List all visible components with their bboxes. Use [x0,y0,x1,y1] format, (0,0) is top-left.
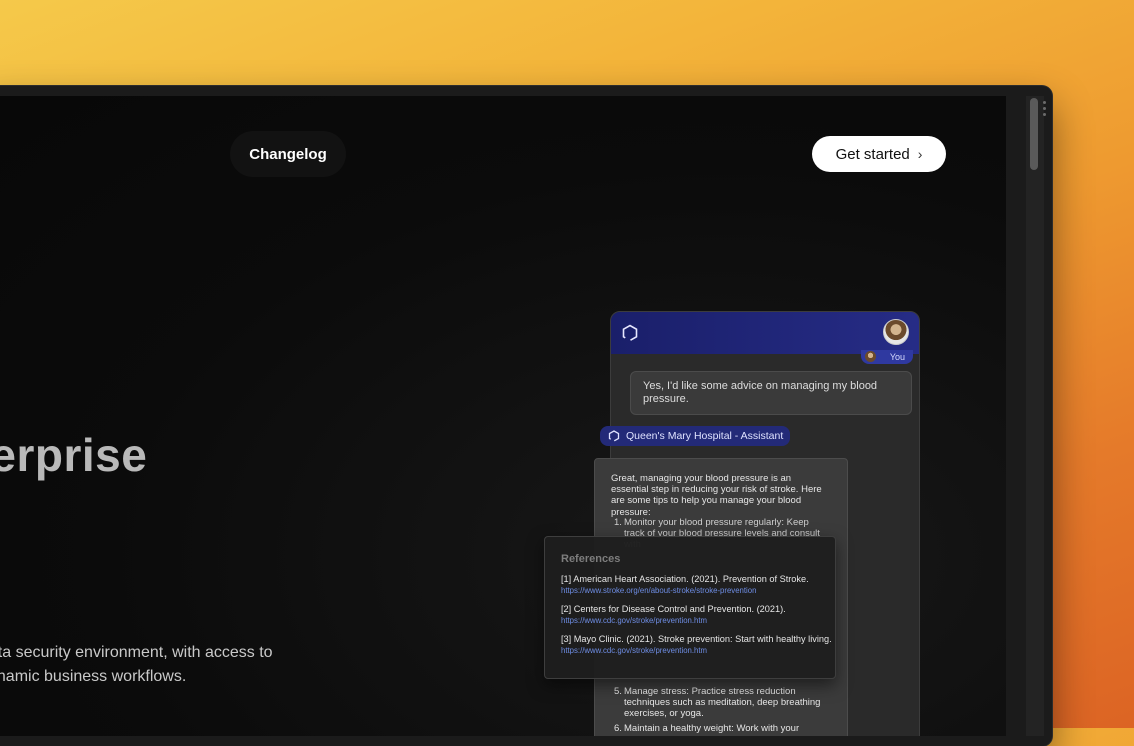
reference-citation: [1] American Heart Association. (2021). … [561,574,809,584]
user-avatar[interactable] [883,319,909,345]
scrollbar-thumb[interactable] [1030,98,1038,170]
app-logo-icon [608,430,620,442]
reference-item: [1] American Heart Association. (2021). … [561,574,833,595]
list-item-text: Manage stress: Practice stress reduction… [624,686,821,720]
reference-citation: [3] Mayo Clinic. (2021). Stroke preventi… [561,634,832,644]
hero-subtitle-line: data security environment, with access t… [0,644,273,661]
get-started-button[interactable]: Get started › [812,136,946,172]
hero-title: nterprise [0,429,148,481]
reference-item: [3] Mayo Clinic. (2021). Stroke preventi… [561,634,833,655]
chevron-right-icon: › [917,146,923,162]
get-started-label: Get started [835,145,910,163]
assistant-name-badge: Queen's Mary Hospital - Assistant [600,426,790,446]
list-item-number: 6. [614,723,622,734]
hero-subtitle: data security environment, with access t… [0,641,320,689]
list-item-text: Maintain a healthy weight: Work with you… [624,723,800,734]
references-popover: References [1] American Heart Associatio… [544,536,836,679]
list-item-number: 1. [614,517,622,528]
you-badge: You [861,350,913,364]
hero-subtitle-line: dynamic business workflows. [0,668,187,685]
page-viewport: Changelog Get started › nterprise data s… [0,96,1006,736]
user-avatar [865,351,876,362]
vertical-scrollbar[interactable] [1026,96,1044,736]
reference-link[interactable]: https://www.cdc.gov/stroke/prevention.ht… [561,646,833,655]
changelog-label: Changelog [249,145,327,163]
assistant-name: Queen's Mary Hospital - Assistant [626,430,784,442]
list-item: 6. Maintain a healthy weight: Work with … [611,723,829,734]
assistant-intro-text: Great, managing your blood pressure is a… [611,473,822,518]
user-message-bubble: Yes, I'd like some advice on managing my… [630,371,912,415]
app-logo-icon [622,324,638,342]
chat-header [611,312,919,354]
reference-citation: [2] Centers for Disease Control and Prev… [561,604,786,614]
changelog-link[interactable]: Changelog [230,131,346,177]
reference-item: [2] Centers for Disease Control and Prev… [561,604,833,625]
window-menu-dots-icon[interactable] [1043,101,1047,119]
browser-window: Changelog Get started › nterprise data s… [0,86,1052,746]
reference-link[interactable]: https://www.stroke.org/en/about-stroke/s… [561,586,833,595]
you-label: You [889,352,905,362]
list-item: 5. Manage stress: Practice stress reduct… [611,686,829,720]
list-item-number: 5. [614,686,622,697]
reference-link[interactable]: https://www.cdc.gov/stroke/prevention.ht… [561,616,833,625]
references-title: References [561,553,621,565]
